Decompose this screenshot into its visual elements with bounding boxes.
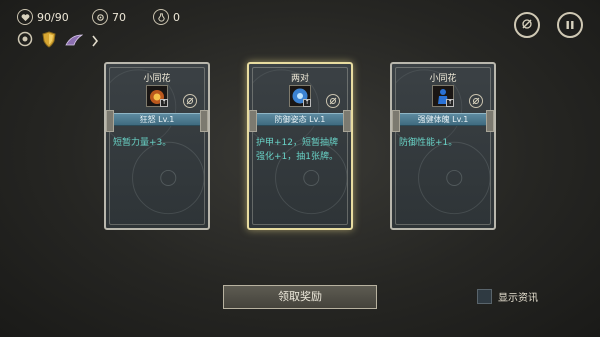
reward-card-1[interactable]: 小同花 ↑ 狂怒 Lv.1 短暂力量+3。 (104, 62, 210, 230)
relic-bar (17, 30, 99, 52)
hp-stat: 90/90 (17, 8, 69, 26)
card-name-banner: 狂怒 Lv.1 (106, 110, 208, 132)
card-art: ↑ (432, 85, 454, 107)
card-rarity: 小同花 (143, 74, 171, 84)
card-level-marker: ↑ (160, 99, 168, 107)
gear-relic-icon[interactable] (17, 31, 33, 51)
potion-icon (153, 9, 169, 25)
card-settings-icon[interactable] (469, 94, 483, 108)
card-description: 护甲+12，短暂抽牌强化+1，抽1张牌。 (256, 138, 338, 162)
card-description: 防御性能+1。 (399, 138, 458, 148)
map-compass-icon (520, 16, 534, 35)
card-rarity: 小同花 (429, 74, 457, 84)
potion-value: 0 (173, 10, 180, 24)
card-rarity: 两对 (290, 74, 309, 84)
gold-stat: 70 (92, 8, 126, 26)
feather-relic-icon[interactable] (65, 32, 84, 51)
coin-icon (92, 9, 108, 25)
card-settings-icon[interactable] (183, 94, 197, 108)
card-level-marker: ↑ (303, 99, 311, 107)
show-info-checkbox[interactable] (477, 289, 492, 304)
chevron-right-icon[interactable] (91, 32, 99, 51)
reward-card-2[interactable]: 两对 ↑ 防御姿态 Lv.1 护甲+12，短暂抽牌强化+1，抽1张牌。 (247, 62, 353, 230)
reward-card-3[interactable]: 小同花 ↑ 强健体魄 Lv.1 防御性能+1。 (390, 62, 496, 230)
shield-relic-icon[interactable] (41, 30, 57, 52)
pause-button[interactable] (557, 12, 583, 38)
show-info-label: 显示资讯 (498, 293, 538, 304)
card-settings-icon[interactable] (326, 94, 340, 108)
claim-reward-button[interactable]: 领取奖励 (223, 285, 377, 309)
card-name-banner: 防御姿态 Lv.1 (249, 110, 351, 132)
card-description: 短暂力量+3。 (113, 138, 172, 148)
map-button[interactable] (514, 12, 540, 38)
top-bar: 90/90 70 0 (0, 0, 600, 38)
show-info-toggle[interactable]: 显示资讯 (477, 289, 538, 304)
card-art: ↑ (289, 85, 311, 107)
pause-icon (564, 16, 576, 35)
gold-value: 70 (112, 10, 126, 24)
potion-stat: 0 (153, 8, 180, 26)
card-level-marker: ↑ (446, 99, 454, 107)
hp-value: 90/90 (37, 10, 69, 24)
heart-icon (17, 9, 33, 25)
card-name-banner: 强健体魄 Lv.1 (392, 110, 494, 132)
card-art: ↑ (146, 85, 168, 107)
